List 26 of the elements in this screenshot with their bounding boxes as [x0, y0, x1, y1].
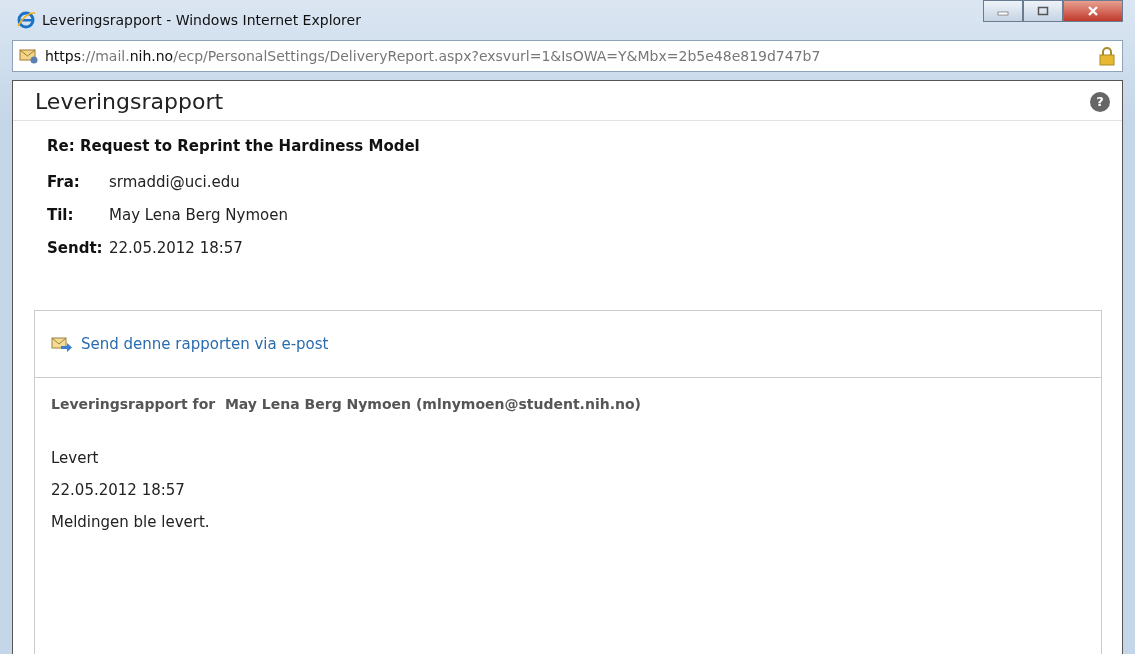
- email-report-link[interactable]: Send denne rapporten via e-post: [81, 335, 329, 353]
- field-value: May Lena Berg Nymoen: [109, 205, 288, 224]
- close-icon: [1086, 5, 1100, 17]
- maximize-icon: [1037, 6, 1049, 16]
- report-line: Meldingen ble levert.: [51, 512, 211, 533]
- message-subject: Re: Request to Reprint the Hardiness Model: [47, 137, 421, 155]
- minimize-button[interactable]: [983, 0, 1023, 22]
- page-title: Leveringsrapport: [35, 89, 224, 114]
- field-value: 22.05.2012 18:57: [109, 238, 243, 257]
- mail-page-icon: [19, 48, 39, 64]
- close-button[interactable]: [1063, 0, 1123, 22]
- help-button[interactable]: ?: [1090, 91, 1110, 112]
- url-text: https://mail.nih.no/ecp/PersonalSettings/DeliveryReport.aspx?exsvurl=1&IsOWA=Y&Mbx=2b5e48e819d747b7: [45, 48, 821, 64]
- field-label: Til:: [47, 205, 75, 224]
- padlock-icon[interactable]: [1098, 46, 1116, 66]
- field-label: Fra:: [47, 172, 81, 191]
- report-heading: Leveringsrapport for May Lena Berg Nymoen (mlnymoen@student.nih.no): [51, 396, 642, 412]
- address-bar[interactable]: https://mail.nih.no/ecp/PersonalSettings/DeliveryReport.aspx?exsvurl=1&IsOWA=Y&Mbx=2b5e48e819d747b7: [12, 40, 1123, 72]
- maximize-button[interactable]: [1023, 0, 1063, 22]
- window-title: Leveringsrapport - Windows Internet Explorer: [42, 12, 361, 28]
- field-value: srmaddi@uci.edu: [109, 172, 240, 191]
- report-line: 22.05.2012 18:57: [51, 480, 186, 501]
- field-label: Sendt:: [47, 238, 104, 257]
- envelope-arrow-icon: [51, 335, 73, 353]
- browser-logo-icon: [16, 10, 36, 30]
- report-line: Levert: [51, 448, 100, 469]
